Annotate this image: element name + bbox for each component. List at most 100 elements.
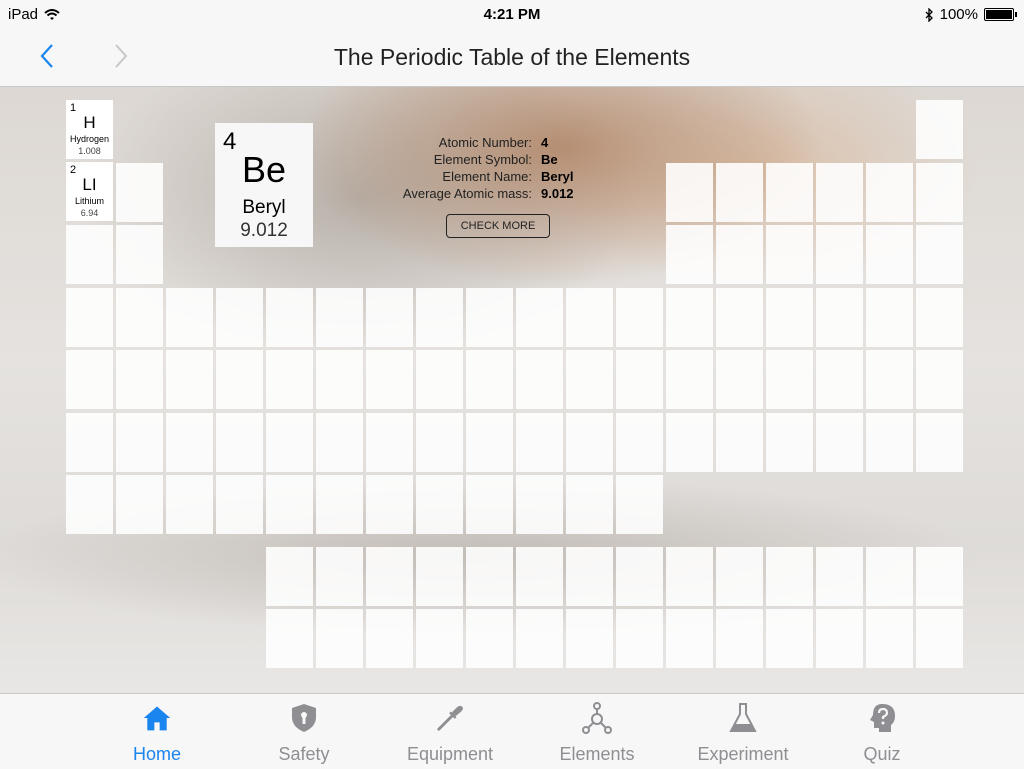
element-cell[interactable] bbox=[666, 163, 713, 222]
element-cell[interactable] bbox=[316, 475, 363, 534]
element-cell[interactable] bbox=[66, 413, 113, 472]
tab-elements[interactable]: Elements bbox=[537, 694, 657, 769]
f-block-cell[interactable] bbox=[816, 609, 863, 668]
element-cell[interactable] bbox=[766, 163, 813, 222]
element-cell[interactable] bbox=[666, 288, 713, 347]
f-block-cell[interactable] bbox=[566, 547, 613, 606]
f-block-cell[interactable] bbox=[466, 609, 513, 668]
tab-home[interactable]: Home bbox=[97, 694, 217, 769]
f-block-cell[interactable] bbox=[666, 609, 713, 668]
f-block-cell[interactable] bbox=[766, 547, 813, 606]
f-block-cell[interactable] bbox=[866, 547, 913, 606]
element-cell[interactable] bbox=[866, 163, 913, 222]
element-cell[interactable] bbox=[616, 475, 663, 534]
element-cell[interactable] bbox=[766, 350, 813, 409]
element-cell[interactable] bbox=[366, 288, 413, 347]
element-cell[interactable] bbox=[116, 163, 163, 222]
element-cell[interactable] bbox=[66, 225, 113, 284]
f-block-cell[interactable] bbox=[666, 547, 713, 606]
element-cell[interactable] bbox=[116, 288, 163, 347]
element-cell[interactable] bbox=[166, 350, 213, 409]
element-cell[interactable] bbox=[816, 413, 863, 472]
element-cell[interactable] bbox=[266, 413, 313, 472]
element-cell[interactable] bbox=[766, 413, 813, 472]
element-cell[interactable] bbox=[616, 288, 663, 347]
element-cell[interactable] bbox=[166, 288, 213, 347]
element-cell[interactable] bbox=[466, 350, 513, 409]
element-cell[interactable] bbox=[566, 350, 613, 409]
element-cell[interactable] bbox=[216, 413, 263, 472]
element-cell[interactable] bbox=[816, 225, 863, 284]
element-cell[interactable] bbox=[916, 100, 963, 159]
element-cell[interactable] bbox=[116, 475, 163, 534]
element-cell[interactable] bbox=[766, 288, 813, 347]
f-block-cell[interactable] bbox=[466, 547, 513, 606]
tab-safety[interactable]: Safety bbox=[244, 694, 364, 769]
element-cell[interactable] bbox=[666, 350, 713, 409]
element-cell[interactable] bbox=[816, 288, 863, 347]
f-block-cell[interactable] bbox=[266, 609, 313, 668]
tab-quiz[interactable]: Quiz bbox=[822, 694, 942, 769]
element-cell[interactable] bbox=[816, 163, 863, 222]
element-cell[interactable] bbox=[216, 475, 263, 534]
element-cell[interactable] bbox=[316, 413, 363, 472]
element-cell[interactable] bbox=[916, 225, 963, 284]
element-cell[interactable] bbox=[166, 413, 213, 472]
element-cell[interactable] bbox=[266, 475, 313, 534]
element-cell[interactable] bbox=[416, 475, 463, 534]
element-cell[interactable] bbox=[816, 350, 863, 409]
element-cell[interactable] bbox=[516, 350, 563, 409]
f-block-cell[interactable] bbox=[316, 547, 363, 606]
element-cell[interactable] bbox=[66, 288, 113, 347]
f-block-cell[interactable] bbox=[816, 547, 863, 606]
element-cell[interactable] bbox=[216, 350, 263, 409]
element-cell[interactable] bbox=[866, 350, 913, 409]
element-cell[interactable] bbox=[66, 475, 113, 534]
f-block-cell[interactable] bbox=[716, 609, 763, 668]
element-cell[interactable] bbox=[366, 350, 413, 409]
element-cell[interactable] bbox=[566, 288, 613, 347]
element-cell[interactable] bbox=[566, 475, 613, 534]
element-cell[interactable] bbox=[366, 475, 413, 534]
f-block-cell[interactable] bbox=[416, 609, 463, 668]
element-cell[interactable] bbox=[416, 288, 463, 347]
element-cell[interactable] bbox=[866, 288, 913, 347]
f-block-cell[interactable] bbox=[316, 609, 363, 668]
element-cell[interactable] bbox=[516, 475, 563, 534]
element-cell[interactable] bbox=[116, 350, 163, 409]
element-cell[interactable] bbox=[666, 225, 713, 284]
element-cell-lithium[interactable]: 2 LI Lithium 6.94 bbox=[66, 162, 113, 221]
element-cell[interactable] bbox=[616, 413, 663, 472]
element-cell[interactable] bbox=[716, 288, 763, 347]
element-cell[interactable] bbox=[716, 163, 763, 222]
element-cell[interactable] bbox=[916, 163, 963, 222]
element-cell[interactable] bbox=[716, 413, 763, 472]
element-cell[interactable] bbox=[716, 225, 763, 284]
element-cell[interactable] bbox=[166, 475, 213, 534]
f-block-cell[interactable] bbox=[866, 609, 913, 668]
element-cell[interactable] bbox=[466, 475, 513, 534]
element-cell[interactable] bbox=[916, 350, 963, 409]
f-block-cell[interactable] bbox=[516, 609, 563, 668]
element-cell[interactable] bbox=[916, 288, 963, 347]
element-cell[interactable] bbox=[416, 350, 463, 409]
f-block-cell[interactable] bbox=[416, 547, 463, 606]
element-cell[interactable] bbox=[316, 350, 363, 409]
f-block-cell[interactable] bbox=[516, 547, 563, 606]
element-cell[interactable] bbox=[416, 413, 463, 472]
f-block-cell[interactable] bbox=[366, 609, 413, 668]
f-block-cell[interactable] bbox=[916, 609, 963, 668]
element-cell[interactable] bbox=[466, 288, 513, 347]
element-cell[interactable] bbox=[116, 225, 163, 284]
element-cell[interactable] bbox=[516, 413, 563, 472]
element-cell[interactable] bbox=[466, 413, 513, 472]
check-more-button[interactable]: CHECK MORE bbox=[446, 214, 550, 238]
element-cell[interactable] bbox=[366, 413, 413, 472]
tab-experiment[interactable]: Experiment bbox=[683, 694, 803, 769]
element-cell-hydrogen[interactable]: 1 H Hydrogen 1.008 bbox=[66, 100, 113, 159]
f-block-cell[interactable] bbox=[566, 609, 613, 668]
element-cell[interactable] bbox=[66, 350, 113, 409]
element-cell[interactable] bbox=[266, 288, 313, 347]
tab-equipment[interactable]: Equipment bbox=[390, 694, 510, 769]
element-cell[interactable] bbox=[866, 225, 913, 284]
